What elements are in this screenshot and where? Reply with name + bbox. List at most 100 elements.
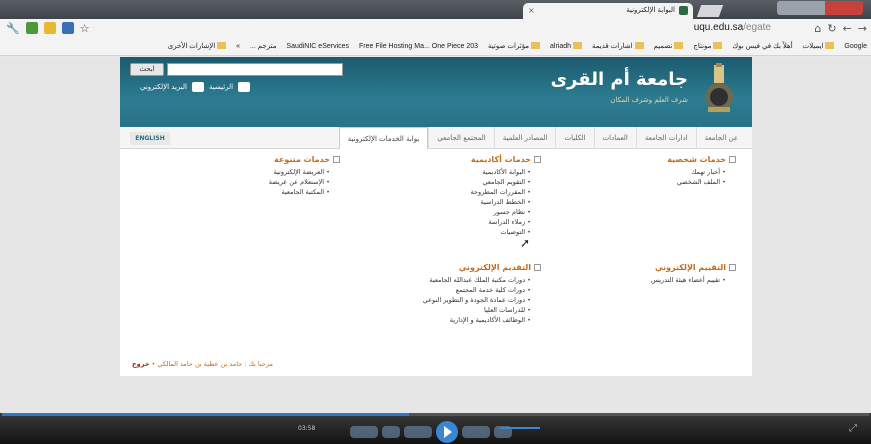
video-progress-bar[interactable] [2, 413, 869, 416]
video-controls: 03:58 ⤢ [0, 413, 871, 444]
bookmark-overflow[interactable]: » [236, 43, 240, 50]
bookmark-label: ايميلات [802, 43, 824, 50]
email-link[interactable]: البريد الإلكتروني [140, 83, 187, 91]
extension-icon[interactable] [43, 22, 56, 34]
section-title: خدمات أكاديمية [470, 155, 531, 164]
bookmark-label: تصميم [653, 43, 673, 50]
play-button[interactable] [436, 421, 458, 443]
close-tab-icon[interactable]: × [528, 6, 535, 15]
list-item[interactable]: الملف الشخصي [606, 177, 726, 187]
bookmark-item[interactable]: SaudiNIC eServices [286, 43, 349, 50]
personal-services: خدمات شخصية أخبار تهمك الملف الشخصي [606, 155, 736, 187]
collapse-icon[interactable] [333, 156, 340, 163]
maximize-button[interactable] [801, 1, 825, 15]
academic-services: خدمات أكاديمية البوابة الأكاديمية التقوي… [371, 155, 541, 237]
bookmark-label: alriadh [550, 43, 572, 50]
search-input[interactable] [167, 63, 343, 76]
back-icon[interactable]: → [858, 22, 867, 35]
mail-icon[interactable] [191, 82, 204, 92]
bookmark-item[interactable]: أهلاً بك في فيس بوك [732, 43, 792, 50]
stop-button[interactable] [382, 426, 400, 438]
collapse-icon[interactable] [534, 156, 541, 163]
list-item[interactable]: التوصيات [371, 227, 531, 237]
home-icon[interactable]: ⌂ [814, 22, 821, 35]
menu-deanships[interactable]: العمادات [593, 127, 636, 149]
section-heading: التقديم الإلكتروني [351, 263, 541, 272]
next-button[interactable] [462, 426, 490, 438]
minimize-button[interactable] [777, 1, 801, 15]
video-time: 03:58 [298, 425, 316, 432]
list-item[interactable]: زملاء الدراسة [371, 217, 531, 227]
main-menu: عن الجامعة ادارات الجامعة العمادات الكلي… [120, 127, 752, 149]
list-item[interactable]: الإستعلام عن عريضة [190, 177, 330, 187]
volume-slider[interactable] [500, 427, 540, 429]
list-item[interactable]: التقويم الجامعي [371, 177, 531, 187]
section-heading: التقييم الإلكتروني [586, 263, 736, 272]
fullscreen-icon[interactable]: ⤢ [849, 423, 857, 434]
window-controls [777, 1, 863, 15]
list-item[interactable]: دورات كلية خدمة المجتمع [351, 285, 531, 295]
bookmark-item[interactable]: Google [844, 43, 867, 50]
wrench-icon[interactable]: 🔧 [6, 22, 20, 35]
address-bar[interactable]: uqu.edu.sa/egate [694, 22, 771, 33]
rewind-button[interactable] [350, 426, 378, 438]
menu-resources[interactable]: المصادر العلمية [493, 127, 556, 149]
list-item[interactable]: البوابة الأكاديمية [371, 167, 531, 177]
collapse-icon[interactable] [534, 264, 541, 271]
bookmark-item[interactable]: اشارات قديمة [592, 42, 644, 50]
e-application: التقديم الإلكتروني دورات مكتبة الملك عبد… [351, 263, 541, 325]
bookmark-item[interactable]: مونتاج [693, 42, 723, 50]
search-button[interactable]: ابحث [130, 63, 164, 76]
favicon-icon [679, 6, 688, 15]
bookmark-item[interactable]: الإشارات الأخرى [168, 42, 227, 50]
list-item[interactable]: الخطط الدراسية [371, 197, 531, 207]
list-item[interactable]: المكتبة الجامعية [190, 187, 330, 197]
reload-icon[interactable]: ↻ [827, 22, 836, 35]
bookmark-item[interactable]: تصميم [653, 42, 684, 50]
list-item[interactable]: العريضة الإلكترونية [190, 167, 330, 177]
list-item[interactable]: للدراسات العليا [351, 305, 531, 315]
collapse-icon[interactable] [729, 264, 736, 271]
bookmark-item[interactable]: Free File Hosting Ma... [359, 43, 430, 50]
tab-title: البوابة الإلكترونية [626, 6, 675, 14]
home-link[interactable]: الرئيسية [209, 83, 233, 91]
video-progress-fill [2, 413, 410, 416]
menu-colleges[interactable]: الكليات [555, 127, 593, 149]
separator: • [149, 360, 156, 368]
star-icon[interactable]: ☆ [80, 22, 90, 35]
section-heading: خدمات أكاديمية [371, 155, 541, 164]
list-item[interactable]: المقررات المطروحة [371, 187, 531, 197]
english-button[interactable]: ENGLISH [130, 132, 170, 145]
section-title: التقديم الإلكتروني [458, 263, 531, 272]
folder-icon [825, 42, 835, 49]
logout-link[interactable]: خروج [132, 360, 149, 368]
list-item[interactable]: تقييم أعضاء هيئة التدريس [586, 275, 726, 285]
list-item[interactable]: نظام جسور [371, 207, 531, 217]
signal-icon[interactable] [25, 22, 38, 34]
new-tab-button[interactable] [696, 5, 724, 17]
menu-administrations[interactable]: ادارات الجامعة [635, 127, 696, 149]
home-icon[interactable] [238, 82, 251, 92]
bookmark-item[interactable]: ايميلات [802, 42, 835, 50]
menu-community[interactable]: المجتمع الجامعي [428, 127, 493, 149]
list-item[interactable]: أخبار تهمك [606, 167, 726, 177]
user-icon[interactable] [61, 22, 74, 34]
list-item[interactable]: دورات عمادة الجودة و التطوير النوعي [351, 295, 531, 305]
collapse-icon[interactable] [729, 156, 736, 163]
welcome-line: مرحبا بك : حامد بن عطية بن حامد المالكي … [120, 360, 752, 368]
url-host: uqu.edu.sa [693, 22, 744, 33]
url-path: /egate [743, 22, 771, 33]
list-item[interactable]: الوظائف الأكاديمية و الإدارية [351, 315, 531, 325]
browser-tab[interactable]: البوابة الإلكترونية × [523, 3, 693, 19]
bookmarks-bar: Google ايميلات أهلاً بك في فيس بوك مونتا… [0, 39, 871, 56]
misc-services: خدمات متنوعة العريضة الإلكترونية الإستعل… [190, 155, 340, 197]
list-item[interactable]: دورات مكتبة الملك عبدالله الجامعية [351, 275, 531, 285]
forward-icon[interactable]: ← [843, 22, 852, 35]
menu-eservices[interactable]: بوابة الخدمات الإلكترونية [338, 127, 429, 149]
bookmark-item[interactable]: alriadh [550, 42, 583, 50]
bookmark-item[interactable]: مؤثرات صوتية [488, 42, 541, 50]
previous-button[interactable] [404, 426, 432, 438]
menu-about[interactable]: عن الجامعة [695, 127, 746, 149]
top-links: الرئيسية البريد الإلكتروني [140, 82, 251, 92]
close-window-button[interactable] [825, 1, 863, 15]
